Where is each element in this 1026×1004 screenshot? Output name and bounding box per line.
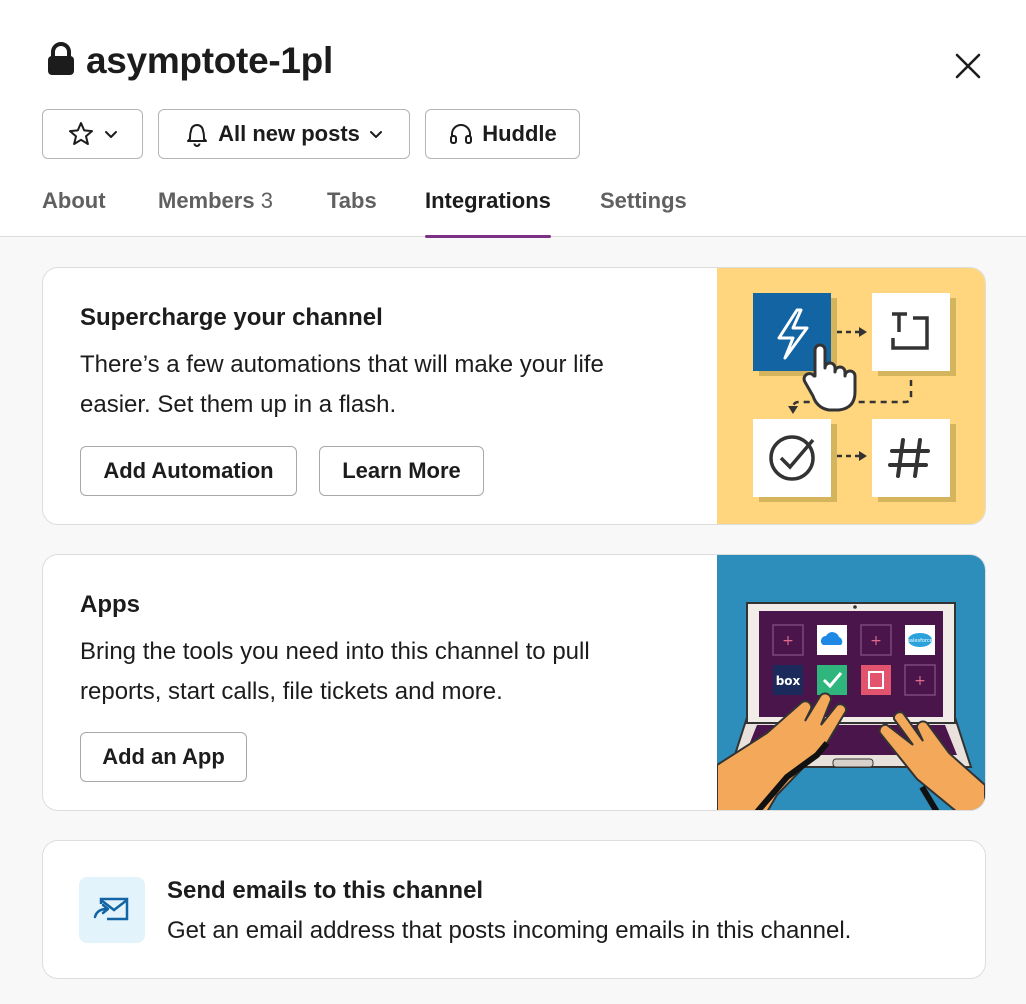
notifications-button[interactable]: All new posts xyxy=(158,109,410,159)
tab-about[interactable]: About xyxy=(42,188,106,237)
tab-members[interactable]: Members 3 xyxy=(158,188,273,237)
email-card-title: Send emails to this channel xyxy=(167,877,484,904)
email-card[interactable]: Send emails to this channel Get an email… xyxy=(42,840,986,979)
automation-card: Supercharge your channel There’s a few a… xyxy=(42,267,986,525)
apps-illustration: + + salesforce box + xyxy=(717,555,985,810)
automation-description-line-1: There’s a few automations that will make… xyxy=(80,351,604,378)
apps-description-line-2: reports, start calls, file tickets and m… xyxy=(80,678,503,705)
apps-card: Apps Bring the tools you need into this … xyxy=(42,554,986,811)
svg-text:+: + xyxy=(782,633,794,649)
box-tile-label: box xyxy=(776,674,801,688)
apps-title: Apps xyxy=(80,591,140,618)
learn-more-button[interactable]: Learn More xyxy=(319,446,484,496)
close-button[interactable] xyxy=(948,46,988,86)
tab-settings[interactable]: Settings xyxy=(600,188,687,237)
email-forward-icon xyxy=(79,877,145,943)
tab-tabs[interactable]: Tabs xyxy=(327,188,377,237)
automation-description-line-2: easier. Set them up in a flash. xyxy=(80,391,397,418)
huddle-button[interactable]: Huddle xyxy=(425,109,580,159)
svg-text:+: + xyxy=(870,633,882,649)
close-icon xyxy=(955,53,981,79)
svg-text:+: + xyxy=(914,673,926,689)
tab-integrations[interactable]: Integrations xyxy=(425,188,551,238)
chevron-down-icon xyxy=(104,131,117,138)
add-automation-button[interactable]: Add Automation xyxy=(80,446,297,496)
members-count: 3 xyxy=(260,188,273,213)
channel-name: asymptote-1pl xyxy=(86,40,333,81)
lock-icon xyxy=(46,41,76,81)
channel-title: asymptote-1pl xyxy=(46,40,333,82)
headphones-icon xyxy=(450,124,473,144)
notifications-label: All new posts xyxy=(218,121,360,146)
channel-header: asymptote-1pl All new posts Huddle About… xyxy=(0,0,1026,238)
star-icon xyxy=(68,122,93,145)
automation-illustration xyxy=(717,268,985,524)
tab-bar: About Members 3 Tabs Integrations Settin… xyxy=(0,188,1026,238)
chevron-down-icon xyxy=(369,131,382,138)
email-card-description: Get an email address that posts incoming… xyxy=(167,917,852,944)
apps-description-line-1: Bring the tools you need into this chann… xyxy=(80,638,590,665)
bell-icon xyxy=(187,124,208,147)
add-an-app-button[interactable]: Add an App xyxy=(80,732,247,782)
automation-title: Supercharge your channel xyxy=(80,304,383,331)
salesforce-tile-label: salesforce xyxy=(907,638,932,644)
star-dropdown-button[interactable] xyxy=(42,109,143,159)
huddle-label: Huddle xyxy=(482,121,557,146)
